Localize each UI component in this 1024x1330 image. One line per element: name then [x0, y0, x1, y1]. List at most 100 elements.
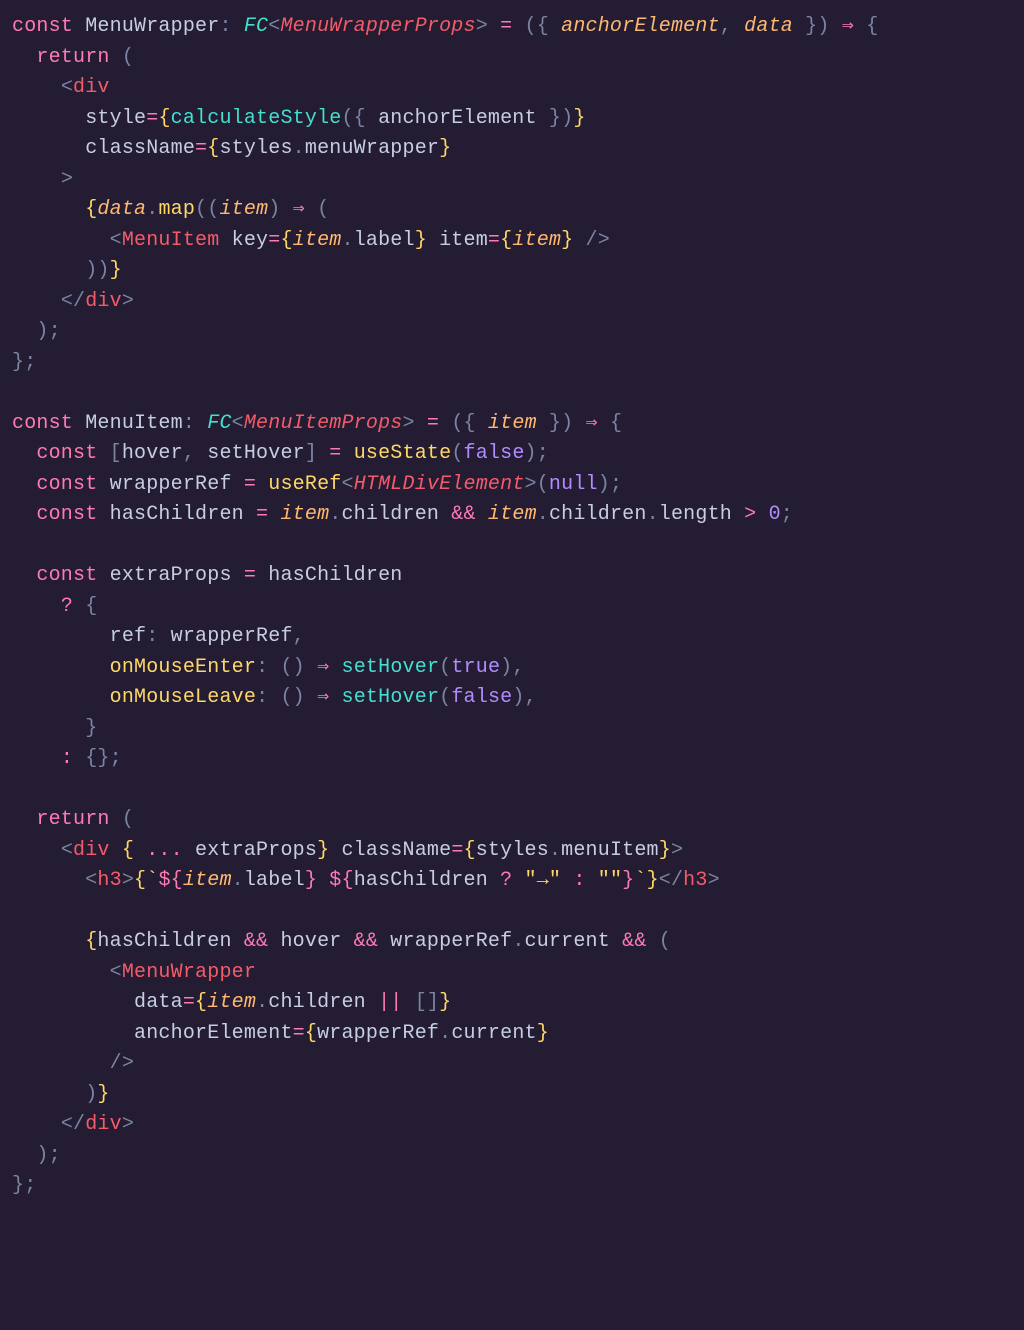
code-line[interactable]: }; — [12, 351, 36, 374]
code-token: ( — [317, 198, 329, 221]
code-token: , — [525, 686, 537, 709]
code-line[interactable]: /> — [12, 1052, 134, 1075]
code-line[interactable]: data={item.children || []} — [12, 991, 451, 1014]
code-line[interactable] — [12, 778, 24, 801]
code-token: = — [232, 564, 269, 587]
code-token: ; — [24, 351, 36, 374]
code-token: { — [464, 839, 476, 862]
code-token — [12, 686, 110, 709]
code-line[interactable]: {hasChildren && hover && wrapperRef.curr… — [12, 930, 671, 953]
code-line[interactable]: : {}; — [12, 747, 122, 770]
code-token: const — [36, 564, 109, 587]
code-line[interactable] — [12, 900, 24, 923]
code-token: ( — [525, 15, 537, 38]
code-line[interactable]: </div> — [12, 290, 134, 313]
code-editor[interactable]: const MenuWrapper: FC<MenuWrapperProps> … — [0, 0, 1024, 1214]
code-line[interactable]: className={styles.menuWrapper} — [12, 137, 451, 160]
code-token: && — [232, 930, 281, 953]
code-line[interactable]: ); — [12, 320, 61, 343]
code-token — [12, 137, 85, 160]
code-token — [12, 961, 110, 984]
code-token: } — [537, 107, 561, 130]
code-token: ; — [781, 503, 793, 526]
code-token: } — [439, 137, 451, 160]
code-token: , — [512, 656, 524, 679]
code-line[interactable]: </div> — [12, 1113, 134, 1136]
code-line[interactable]: const wrapperRef = useRef<HTMLDivElement… — [12, 473, 622, 496]
code-token: } — [561, 229, 573, 252]
code-line[interactable]: return ( — [12, 808, 134, 831]
code-line[interactable]: }; — [12, 1174, 36, 1197]
code-token: (( — [195, 198, 219, 221]
code-line[interactable] — [12, 534, 24, 557]
code-line[interactable]: ))} — [12, 259, 122, 282]
code-token: anchorElement — [378, 107, 537, 130]
code-line[interactable]: ? { — [12, 595, 97, 618]
code-token: () — [280, 686, 304, 709]
code-line[interactable]: <div { ... extraProps} className={styles… — [12, 839, 683, 862]
code-token: hasChildren — [354, 869, 488, 892]
code-token: div — [85, 290, 122, 313]
code-token: = — [268, 229, 280, 252]
code-token: MenuItem — [122, 229, 220, 252]
code-token: null — [549, 473, 598, 496]
code-token: const — [12, 15, 85, 38]
code-line[interactable]: )} — [12, 1083, 110, 1106]
code-token: ; — [49, 1144, 61, 1167]
code-token: < — [61, 839, 73, 862]
code-token: ⇒ — [573, 412, 610, 435]
code-token: } — [659, 839, 671, 862]
code-line[interactable]: const extraProps = hasChildren — [12, 564, 403, 587]
code-token: . — [439, 1022, 451, 1045]
code-line[interactable]: onMouseEnter: () ⇒ setHover(true), — [12, 656, 525, 679]
code-line[interactable] — [12, 381, 24, 404]
code-line[interactable]: return ( — [12, 46, 134, 69]
code-line[interactable]: <MenuItem key={item.label} item={item} /… — [12, 229, 610, 252]
code-token: ) — [512, 686, 524, 709]
code-token: } — [439, 991, 451, 1014]
code-token: onMouseLeave — [110, 686, 256, 709]
code-token: ` — [146, 869, 158, 892]
code-token — [12, 595, 61, 618]
code-line[interactable]: const MenuWrapper: FC<MenuWrapperProps> … — [12, 15, 878, 38]
code-token: setHover — [342, 686, 440, 709]
code-line[interactable]: anchorElement={wrapperRef.current} — [12, 1022, 549, 1045]
code-token: { — [85, 930, 97, 953]
code-line[interactable]: > — [12, 168, 73, 191]
code-line[interactable]: {data.map((item) ⇒ ( — [12, 198, 329, 221]
code-token: div — [73, 76, 110, 99]
code-line[interactable]: style={calculateStyle({ anchorElement })… — [12, 107, 586, 130]
code-token: > — [671, 839, 683, 862]
code-token — [329, 839, 341, 862]
code-line[interactable]: <h3>{`${item.label} ${hasChildren ? "→" … — [12, 869, 720, 892]
code-line[interactable]: onMouseLeave: () ⇒ setHover(false), — [12, 686, 537, 709]
code-token: item — [207, 991, 256, 1014]
code-token: MenuItemProps — [244, 412, 403, 435]
code-token: ref — [110, 625, 147, 648]
code-token: } — [317, 839, 329, 862]
code-token: } — [12, 351, 24, 374]
code-line[interactable]: <div — [12, 76, 110, 99]
code-line[interactable]: const [hover, setHover] = useState(false… — [12, 442, 549, 465]
code-line[interactable]: const hasChildren = item.children && ite… — [12, 503, 793, 526]
code-token: { — [207, 137, 219, 160]
code-line[interactable]: } — [12, 717, 97, 740]
code-line[interactable]: ); — [12, 1144, 61, 1167]
code-token — [12, 76, 61, 99]
code-token: = — [488, 229, 500, 252]
code-token: h3 — [683, 869, 707, 892]
code-token: setHover — [342, 656, 440, 679]
code-token — [110, 839, 122, 862]
code-line[interactable]: const MenuItem: FC<MenuItemProps> = ({ i… — [12, 412, 622, 435]
code-token: div — [73, 839, 110, 862]
code-token — [12, 473, 36, 496]
code-token — [12, 1083, 85, 1106]
code-token: { — [866, 15, 878, 38]
code-line[interactable]: <MenuWrapper — [12, 961, 256, 984]
code-token: hover — [280, 930, 341, 953]
code-token: ) — [561, 107, 573, 130]
code-token: [] — [415, 991, 439, 1014]
code-token: > — [732, 503, 769, 526]
code-token: current — [525, 930, 610, 953]
code-line[interactable]: ref: wrapperRef, — [12, 625, 305, 648]
